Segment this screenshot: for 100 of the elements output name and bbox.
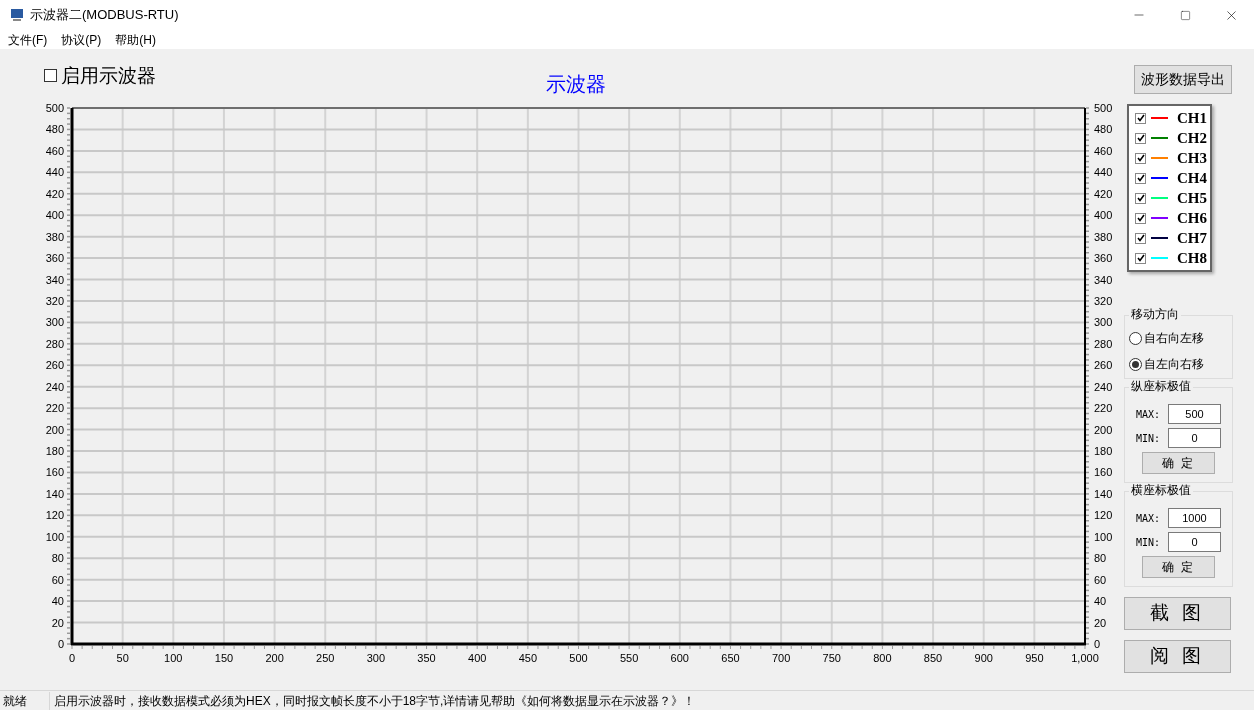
channel-label: CH4 xyxy=(1177,168,1207,188)
y-tick-label: 300 xyxy=(1094,316,1113,329)
x-tick-label: 650 xyxy=(721,652,740,664)
x-tick-label: 400 xyxy=(468,652,487,664)
y-tick-label: 480 xyxy=(1094,123,1113,136)
x-tick-label: 150 xyxy=(214,652,234,664)
x-tick-label: 0 xyxy=(68,652,76,664)
maximize-icon xyxy=(1179,9,1191,21)
y-tick-label: 420 xyxy=(45,187,64,200)
x-tick-label: 1,000 xyxy=(1071,652,1099,664)
y-tick-label: 440 xyxy=(45,166,64,179)
x-tick-label: 600 xyxy=(670,652,689,664)
check-icon xyxy=(1136,214,1145,222)
max-label: MAX: xyxy=(1136,407,1162,422)
y-tick-label: 220 xyxy=(45,402,64,415)
y-tick-label: 0 xyxy=(1094,638,1101,650)
x-tick-label: 900 xyxy=(974,652,993,664)
y-tick-label: 480 xyxy=(45,123,64,136)
y-tick-label: 500 xyxy=(45,102,64,114)
channel-checkbox[interactable] xyxy=(1135,192,1146,204)
y-tick-label: 140 xyxy=(1094,487,1113,500)
x-tick-label: 450 xyxy=(518,652,538,664)
status-text: 就绪 xyxy=(0,691,50,710)
y-tick-label: 240 xyxy=(1094,380,1113,393)
check-icon xyxy=(1136,174,1145,182)
y-tick-label: 300 xyxy=(45,316,64,329)
channel-label: CH3 xyxy=(1177,148,1207,168)
channel-label: CH7 xyxy=(1177,228,1207,248)
y-tick-label: 0 xyxy=(57,638,64,650)
export-button[interactable]: 波形数据导出 xyxy=(1134,65,1232,94)
check-icon xyxy=(1136,234,1145,242)
y-tick-label: 120 xyxy=(1094,509,1113,522)
x-tick-label: 500 xyxy=(569,652,588,664)
channel-label: CH6 xyxy=(1177,208,1207,228)
y-tick-label: 180 xyxy=(45,445,64,458)
channel-label: CH2 xyxy=(1177,128,1207,148)
min-label: MIN: xyxy=(1136,535,1162,550)
y-tick-label: 40 xyxy=(1094,595,1107,608)
monitor-icon xyxy=(10,8,24,22)
y-tick-label: 240 xyxy=(45,380,64,393)
max-label: MAX: xyxy=(1136,511,1162,526)
channel-label: CH8 xyxy=(1177,248,1207,268)
y-tick-label: 460 xyxy=(45,144,64,157)
y-tick-label: 280 xyxy=(45,337,64,350)
radio-option[interactable]: 自左向右移 xyxy=(1129,354,1228,374)
channel-checkbox[interactable] xyxy=(1135,252,1146,264)
x-tick-label: 200 xyxy=(265,652,284,664)
enable-checkbox[interactable]: 启用示波器 xyxy=(44,66,156,85)
max-field[interactable]: 1000 xyxy=(1168,508,1221,528)
channel-checkbox[interactable] xyxy=(1135,112,1146,124)
confirm-button[interactable]: 确 定 xyxy=(1142,452,1215,474)
action-button[interactable]: 阅 图 xyxy=(1124,640,1231,673)
confirm-button[interactable]: 确 定 xyxy=(1142,556,1215,578)
x-tick-label: 850 xyxy=(923,652,943,664)
y-tick-label: 80 xyxy=(51,552,64,565)
channel-checkbox[interactable] xyxy=(1135,132,1146,144)
min-field[interactable]: 0 xyxy=(1168,428,1221,448)
check-icon xyxy=(1136,134,1145,142)
window-title: 示波器二(MODBUS-RTU) xyxy=(30,6,179,25)
y-tick-label: 280 xyxy=(1094,337,1113,350)
x-tick-label: 950 xyxy=(1025,652,1044,664)
y-tick-label: 380 xyxy=(45,230,64,243)
y-tick-label: 360 xyxy=(1094,252,1113,265)
x-tick-label: 100 xyxy=(164,652,183,664)
y-tick-label: 100 xyxy=(45,530,64,543)
menu-item[interactable]: 帮助(H) xyxy=(115,30,156,49)
y-tick-label: 500 xyxy=(1094,102,1113,114)
y-tick-label: 340 xyxy=(1094,273,1113,286)
channel-label: CH1 xyxy=(1177,108,1207,128)
channel-checkbox[interactable] xyxy=(1135,232,1146,244)
menu-item[interactable]: 文件(F) xyxy=(8,30,48,49)
y-tick-label: 320 xyxy=(45,294,64,307)
check-icon xyxy=(1136,154,1145,162)
y-tick-label: 60 xyxy=(1094,573,1107,586)
y-tick-label: 20 xyxy=(51,616,64,629)
y-tick-label: 200 xyxy=(45,423,64,436)
x-tick-label: 350 xyxy=(417,652,436,664)
channel-label: CH5 xyxy=(1177,188,1207,208)
y-tick-label: 400 xyxy=(1094,209,1113,222)
radio-option[interactable]: 自右向左移 xyxy=(1129,328,1228,348)
y-tick-label: 180 xyxy=(1094,445,1113,458)
check-icon xyxy=(1136,114,1145,122)
menu-item[interactable]: 协议(P) xyxy=(61,30,102,49)
y-tick-label: 460 xyxy=(1094,144,1113,157)
channel-checkbox[interactable] xyxy=(1135,152,1146,164)
y-tick-label: 220 xyxy=(1094,402,1113,415)
min-field[interactable]: 0 xyxy=(1168,532,1221,552)
channel-checkbox[interactable] xyxy=(1135,212,1146,224)
y-tick-label: 140 xyxy=(45,487,64,500)
y-tick-label: 120 xyxy=(45,509,64,522)
status-message: 启用示波器时，接收数据模式必须为HEX，同时报文帧长度不小于18字节,详情请见帮助《如何将数据显示在示波器？》！ xyxy=(53,692,696,710)
y-tick-label: 320 xyxy=(1094,294,1113,307)
max-field[interactable]: 500 xyxy=(1168,404,1221,424)
y-tick-label: 160 xyxy=(45,466,64,479)
y-tick-label: 420 xyxy=(1094,187,1113,200)
y-tick-label: 360 xyxy=(45,252,64,265)
y-tick-label: 80 xyxy=(1094,552,1107,565)
y-tick-label: 380 xyxy=(1094,230,1113,243)
channel-checkbox[interactable] xyxy=(1135,172,1146,184)
action-button[interactable]: 截 图 xyxy=(1124,597,1231,630)
